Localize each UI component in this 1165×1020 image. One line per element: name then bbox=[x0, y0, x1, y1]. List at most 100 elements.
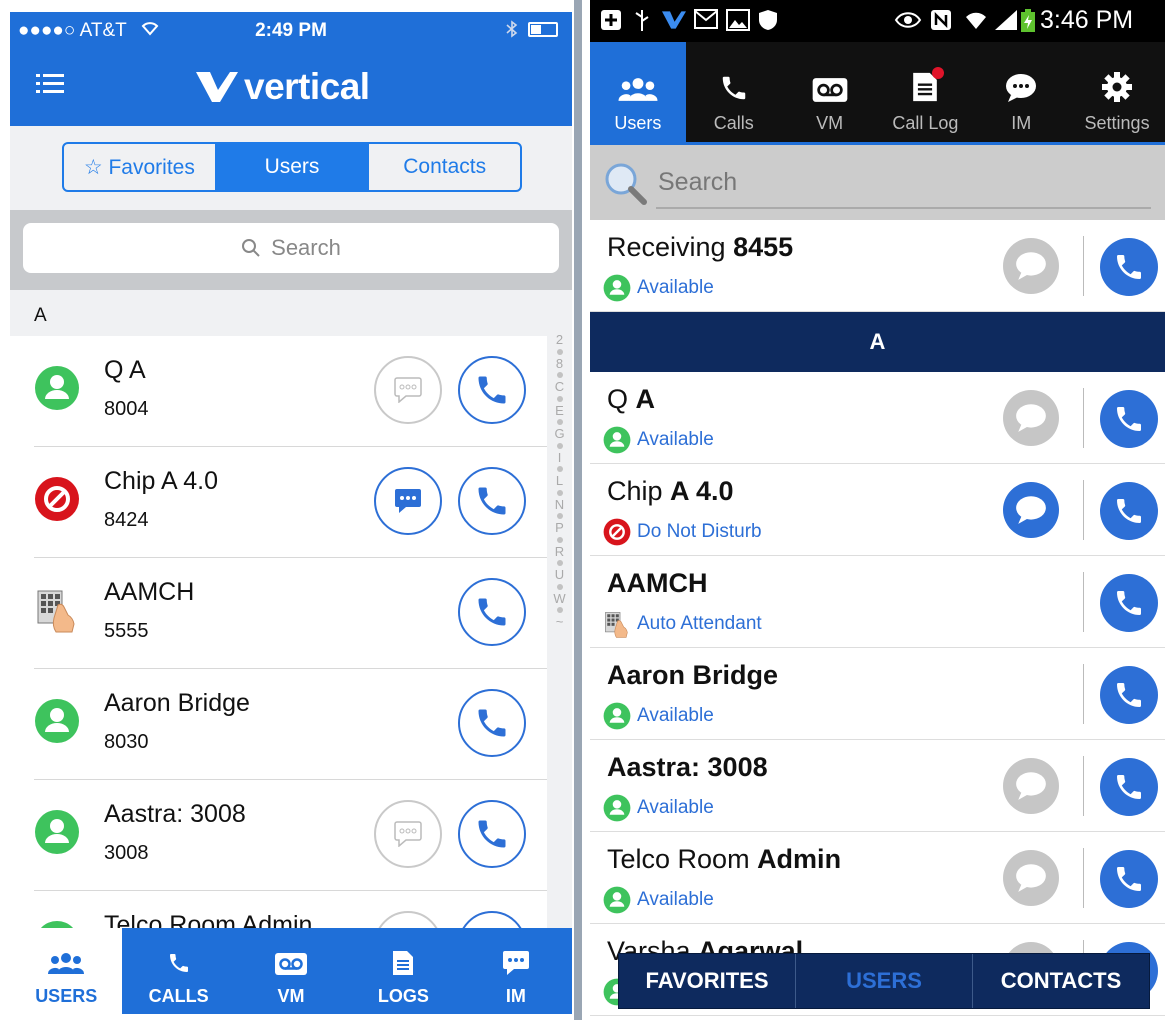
search-icon bbox=[241, 238, 261, 258]
presence-avatar bbox=[603, 886, 631, 914]
search-input[interactable]: Search bbox=[23, 223, 559, 273]
user-row[interactable]: Q A Available bbox=[590, 372, 1165, 464]
tab-im[interactable]: IM bbox=[973, 42, 1069, 142]
tab-vm[interactable]: VM bbox=[235, 928, 347, 1014]
user-row[interactable]: AAMCH Auto Attendant bbox=[590, 556, 1165, 648]
phone-icon bbox=[478, 598, 506, 626]
user-row[interactable]: Chip A 4.0 Do Not Disturb bbox=[590, 464, 1165, 556]
available-icon bbox=[35, 810, 79, 854]
call-button[interactable] bbox=[1100, 850, 1158, 908]
phone-icon bbox=[1117, 407, 1141, 431]
search-input[interactable]: Search bbox=[590, 142, 1165, 220]
nfc-icon bbox=[930, 9, 952, 33]
user-row[interactable]: Chip A 4.0 8424 bbox=[34, 447, 547, 558]
chat-button[interactable] bbox=[1003, 850, 1059, 906]
ios-screen: ●●●●○ AT&T 2:49 PM vertical ☆ Favorites … bbox=[0, 0, 582, 1020]
index-dot bbox=[556, 348, 563, 355]
user-name: Aastra: 3008 bbox=[104, 800, 246, 828]
call-button[interactable] bbox=[458, 356, 526, 424]
index-letter[interactable]: ~ bbox=[547, 615, 572, 627]
call-button[interactable] bbox=[1100, 666, 1158, 724]
chat-button[interactable] bbox=[374, 467, 442, 535]
presence-avatar bbox=[34, 920, 80, 928]
tab-users[interactable]: Users bbox=[590, 42, 686, 142]
tab-calls-label: Calls bbox=[713, 113, 754, 133]
tab-settings[interactable]: Settings bbox=[1069, 42, 1165, 142]
presence-status: Available bbox=[603, 274, 714, 302]
user-row[interactable]: Aastra: 3008 Available bbox=[590, 740, 1165, 832]
user-row[interactable]: Telco Room Admin bbox=[34, 891, 547, 928]
tab-im[interactable]: IM bbox=[460, 928, 572, 1014]
chat-button[interactable] bbox=[374, 800, 442, 868]
user-name: Receiving 8455 bbox=[607, 232, 793, 263]
index-letter[interactable]: 8 bbox=[547, 357, 572, 369]
call-button[interactable] bbox=[458, 578, 526, 646]
voicemail-icon bbox=[811, 77, 849, 103]
call-button[interactable] bbox=[1100, 238, 1158, 296]
chat-button[interactable] bbox=[374, 356, 442, 424]
tab-calls[interactable]: CALLS bbox=[122, 928, 234, 1014]
index-letter[interactable]: N bbox=[547, 498, 572, 510]
favorites-button[interactable]: FAVORITES bbox=[619, 954, 796, 1008]
index-dot bbox=[556, 395, 563, 402]
segment-favorites[interactable]: ☆ Favorites bbox=[64, 144, 217, 190]
index-letter[interactable]: E bbox=[547, 404, 572, 416]
call-button[interactable] bbox=[1100, 482, 1158, 540]
user-name-plain: Telco Room bbox=[607, 844, 758, 874]
contacts-button[interactable]: CONTACTS bbox=[973, 954, 1149, 1008]
call-button[interactable] bbox=[458, 911, 526, 928]
tab-call-log[interactable]: Call Log bbox=[877, 42, 973, 142]
user-row[interactable]: Receiving 8455 Available bbox=[590, 220, 1165, 312]
chat-button[interactable] bbox=[1003, 482, 1059, 538]
call-button[interactable] bbox=[1100, 758, 1158, 816]
divider bbox=[1083, 848, 1084, 908]
chat-button[interactable] bbox=[374, 911, 442, 928]
chat-button[interactable] bbox=[1003, 238, 1059, 294]
users-button[interactable]: USERS bbox=[796, 954, 973, 1008]
user-row[interactable]: Aaron Bridge 8030 bbox=[34, 669, 547, 780]
phone-icon bbox=[478, 376, 506, 404]
document-icon bbox=[392, 950, 414, 976]
available-icon bbox=[35, 699, 79, 743]
segment-contacts[interactable]: Contacts bbox=[369, 144, 520, 190]
alphabet-index[interactable]: 2 8 C E G I L N P R U W ~ bbox=[547, 290, 572, 930]
segment-users[interactable]: Users bbox=[216, 144, 370, 190]
index-letter[interactable]: R bbox=[547, 545, 572, 557]
section-header: A bbox=[10, 290, 547, 336]
battery-charging-icon bbox=[1020, 9, 1036, 33]
call-button[interactable] bbox=[458, 800, 526, 868]
user-row[interactable]: AAMCH 5555 bbox=[34, 558, 547, 669]
index-letter[interactable]: L bbox=[547, 474, 572, 486]
index-dot bbox=[556, 513, 563, 519]
status-text: Available bbox=[637, 797, 714, 818]
call-button[interactable] bbox=[1100, 390, 1158, 448]
index-letter[interactable]: P bbox=[547, 521, 572, 533]
chat-button[interactable] bbox=[1003, 390, 1059, 446]
index-letter[interactable]: I bbox=[547, 451, 572, 463]
call-button[interactable] bbox=[458, 689, 526, 757]
tab-calls[interactable]: Calls bbox=[686, 42, 782, 142]
tab-vm[interactable]: VM bbox=[782, 42, 878, 142]
index-letter[interactable]: 2 bbox=[547, 333, 572, 345]
index-letter[interactable]: U bbox=[547, 568, 572, 580]
search-placeholder: Search bbox=[271, 235, 341, 260]
presence-avatar bbox=[603, 610, 631, 638]
user-row[interactable]: Aaron Bridge Available bbox=[590, 648, 1165, 740]
index-letter[interactable]: G bbox=[547, 427, 572, 439]
call-button[interactable] bbox=[458, 467, 526, 535]
tab-im-label: IM bbox=[1011, 113, 1032, 133]
user-row[interactable]: Telco Room Admin Available bbox=[590, 832, 1165, 924]
user-row[interactable]: Aastra: 3008 3008 bbox=[34, 780, 547, 891]
user-row[interactable]: Q A 8004 bbox=[34, 336, 547, 447]
status-text: Available bbox=[637, 277, 714, 298]
android-status-bar: 3:46 PM bbox=[590, 0, 1165, 42]
index-letter[interactable]: W bbox=[547, 592, 572, 604]
tab-logs[interactable]: LOGS bbox=[347, 928, 459, 1014]
call-button[interactable] bbox=[1100, 574, 1158, 632]
chat-bubble-icon bbox=[1016, 404, 1046, 432]
tab-users[interactable]: USERS bbox=[10, 928, 123, 1014]
menu-icon[interactable] bbox=[36, 72, 64, 96]
index-letter[interactable]: C bbox=[547, 380, 572, 392]
available-icon bbox=[35, 366, 79, 410]
chat-button[interactable] bbox=[1003, 758, 1059, 814]
